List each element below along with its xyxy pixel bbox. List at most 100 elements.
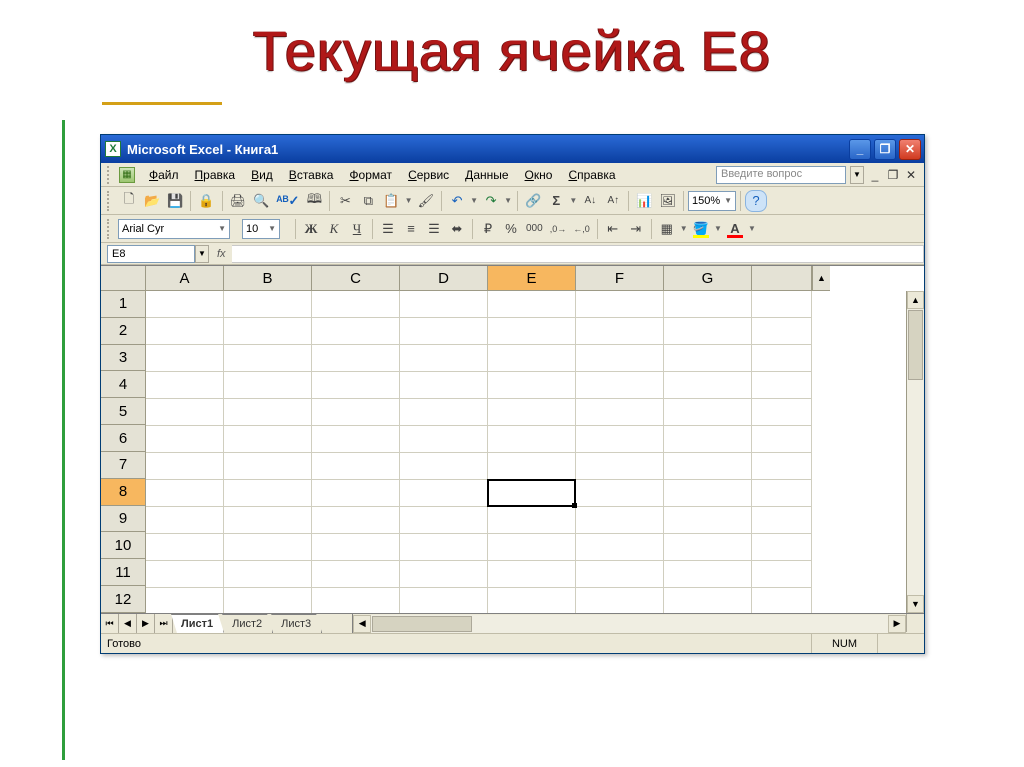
- cell[interactable]: [664, 291, 752, 318]
- cell[interactable]: [576, 291, 664, 318]
- row-header-1[interactable]: 1: [101, 291, 146, 318]
- minimize-button[interactable]: _: [849, 139, 871, 160]
- cell[interactable]: [312, 507, 400, 534]
- sheet-nav-3[interactable]: ⏭: [155, 614, 173, 633]
- cell[interactable]: [146, 480, 224, 507]
- resize-grip[interactable]: [906, 614, 924, 632]
- cell[interactable]: [752, 561, 812, 588]
- sort-desc-icon[interactable]: A↑: [602, 190, 624, 212]
- cell[interactable]: [752, 534, 812, 561]
- row-header-8[interactable]: 8: [101, 479, 146, 506]
- comma-icon[interactable]: 000: [523, 218, 546, 240]
- print-icon[interactable]: 🖨: [227, 190, 250, 212]
- undo-icon[interactable]: ↶: [446, 190, 468, 212]
- menu-файл[interactable]: Файл: [141, 164, 187, 186]
- sheet-tab-Лист3[interactable]: Лист3: [271, 614, 322, 633]
- column-header-F[interactable]: F: [576, 266, 664, 291]
- help-search-input[interactable]: Введите вопрос: [716, 166, 846, 184]
- row-header-2[interactable]: 2: [101, 318, 146, 345]
- cell[interactable]: [400, 561, 488, 588]
- fill-color-icon[interactable]: 🪣: [690, 218, 712, 240]
- cell[interactable]: [488, 291, 576, 318]
- hscroll-track[interactable]: [371, 615, 888, 633]
- cell[interactable]: [576, 399, 664, 426]
- help-dropdown[interactable]: ▼: [850, 166, 864, 184]
- format-painter-icon[interactable]: 🖌: [415, 190, 438, 212]
- cell[interactable]: [664, 588, 752, 613]
- cell[interactable]: [312, 588, 400, 613]
- merge-center-icon[interactable]: ⬌: [446, 218, 468, 240]
- cell[interactable]: [752, 480, 812, 507]
- font-combo[interactable]: Arial Cyr▼: [118, 219, 230, 239]
- select-all-corner[interactable]: [101, 266, 146, 291]
- doc-close-button[interactable]: ✕: [904, 168, 918, 182]
- percent-icon[interactable]: %: [500, 218, 522, 240]
- cell[interactable]: [146, 534, 224, 561]
- menu-формат[interactable]: Формат: [341, 164, 400, 186]
- name-box[interactable]: E8: [107, 245, 195, 263]
- decrease-indent-icon[interactable]: ⇤: [602, 218, 624, 240]
- chart-wizard-icon[interactable]: 📊: [633, 190, 655, 212]
- cell[interactable]: [664, 453, 752, 480]
- hscroll-thumb[interactable]: [372, 616, 472, 632]
- cell[interactable]: [312, 561, 400, 588]
- scroll-left-icon[interactable]: ◀: [353, 615, 371, 633]
- cell[interactable]: [576, 534, 664, 561]
- cell[interactable]: [488, 534, 576, 561]
- borders-dropdown[interactable]: ▼: [679, 224, 689, 233]
- menu-вставка[interactable]: Вставка: [281, 164, 342, 186]
- cell[interactable]: [312, 318, 400, 345]
- menu-данные[interactable]: Данные: [457, 164, 516, 186]
- vertical-scrollbar[interactable]: ▲ ▼: [906, 291, 924, 613]
- menu-сервис[interactable]: Сервис: [400, 164, 457, 186]
- cell[interactable]: [224, 372, 312, 399]
- vscroll-thumb[interactable]: [908, 310, 923, 380]
- column-header-D[interactable]: D: [400, 266, 488, 291]
- scroll-right-icon[interactable]: ▶: [888, 615, 906, 633]
- cell[interactable]: [146, 453, 224, 480]
- help-icon[interactable]: ?: [745, 190, 767, 212]
- cell[interactable]: [664, 507, 752, 534]
- align-center-icon[interactable]: ≡: [400, 218, 422, 240]
- bold-button[interactable]: Ж: [300, 218, 322, 240]
- row-header-11[interactable]: 11: [101, 559, 146, 586]
- cell[interactable]: [576, 345, 664, 372]
- cell[interactable]: [400, 291, 488, 318]
- cell[interactable]: [576, 588, 664, 613]
- cell[interactable]: [224, 426, 312, 453]
- italic-button[interactable]: К: [323, 218, 345, 240]
- cell[interactable]: [664, 561, 752, 588]
- cell[interactable]: [312, 399, 400, 426]
- cell[interactable]: [146, 561, 224, 588]
- paste-dropdown[interactable]: ▼: [404, 196, 414, 205]
- cell[interactable]: [224, 453, 312, 480]
- zoom-combo[interactable]: 150%▼: [688, 191, 736, 211]
- underline-button[interactable]: Ч: [346, 218, 368, 240]
- column-header-C[interactable]: C: [312, 266, 400, 291]
- scroll-up-split-icon[interactable]: ▲: [812, 266, 830, 291]
- horizontal-scrollbar[interactable]: ◀ ▶: [352, 614, 906, 633]
- cell[interactable]: [488, 588, 576, 613]
- sheet-nav-1[interactable]: ◀: [119, 614, 137, 633]
- cell[interactable]: [312, 345, 400, 372]
- permission-icon[interactable]: 🔒: [195, 190, 217, 212]
- font-size-combo[interactable]: 10▼: [242, 219, 280, 239]
- cell[interactable]: [312, 453, 400, 480]
- cell[interactable]: [400, 588, 488, 613]
- column-header-G[interactable]: G: [664, 266, 752, 291]
- spellcheck-icon[interactable]: ᴬᴮ✓: [273, 190, 302, 212]
- currency-icon[interactable]: ₽: [477, 218, 499, 240]
- save-icon[interactable]: 💾: [164, 190, 186, 212]
- cell[interactable]: [664, 372, 752, 399]
- row-header-6[interactable]: 6: [101, 425, 146, 452]
- menu-вид[interactable]: Вид: [243, 164, 281, 186]
- cell[interactable]: [576, 372, 664, 399]
- increase-decimal-icon[interactable]: ,0→: [547, 218, 570, 240]
- autosum-icon[interactable]: Σ: [545, 190, 567, 212]
- cell[interactable]: [488, 399, 576, 426]
- cell[interactable]: [576, 507, 664, 534]
- sheet-nav-0[interactable]: ⏮: [101, 614, 119, 633]
- fill-color-dropdown[interactable]: ▼: [713, 224, 723, 233]
- align-left-icon[interactable]: ☰: [377, 218, 399, 240]
- cell[interactable]: [312, 372, 400, 399]
